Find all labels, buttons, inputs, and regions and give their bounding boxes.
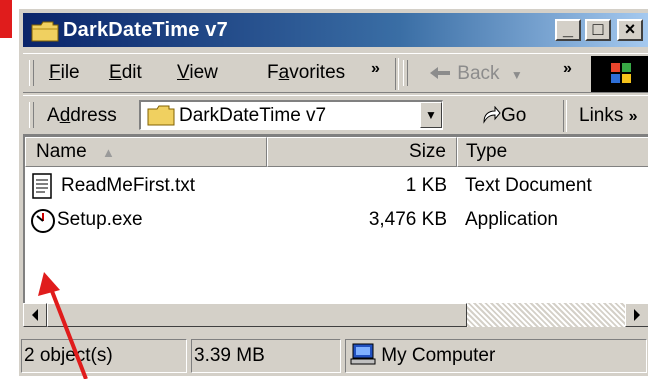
red-arrow-shaft (48, 285, 88, 379)
red-arrow-head (38, 272, 60, 296)
red-arrow-pointer (38, 272, 88, 379)
